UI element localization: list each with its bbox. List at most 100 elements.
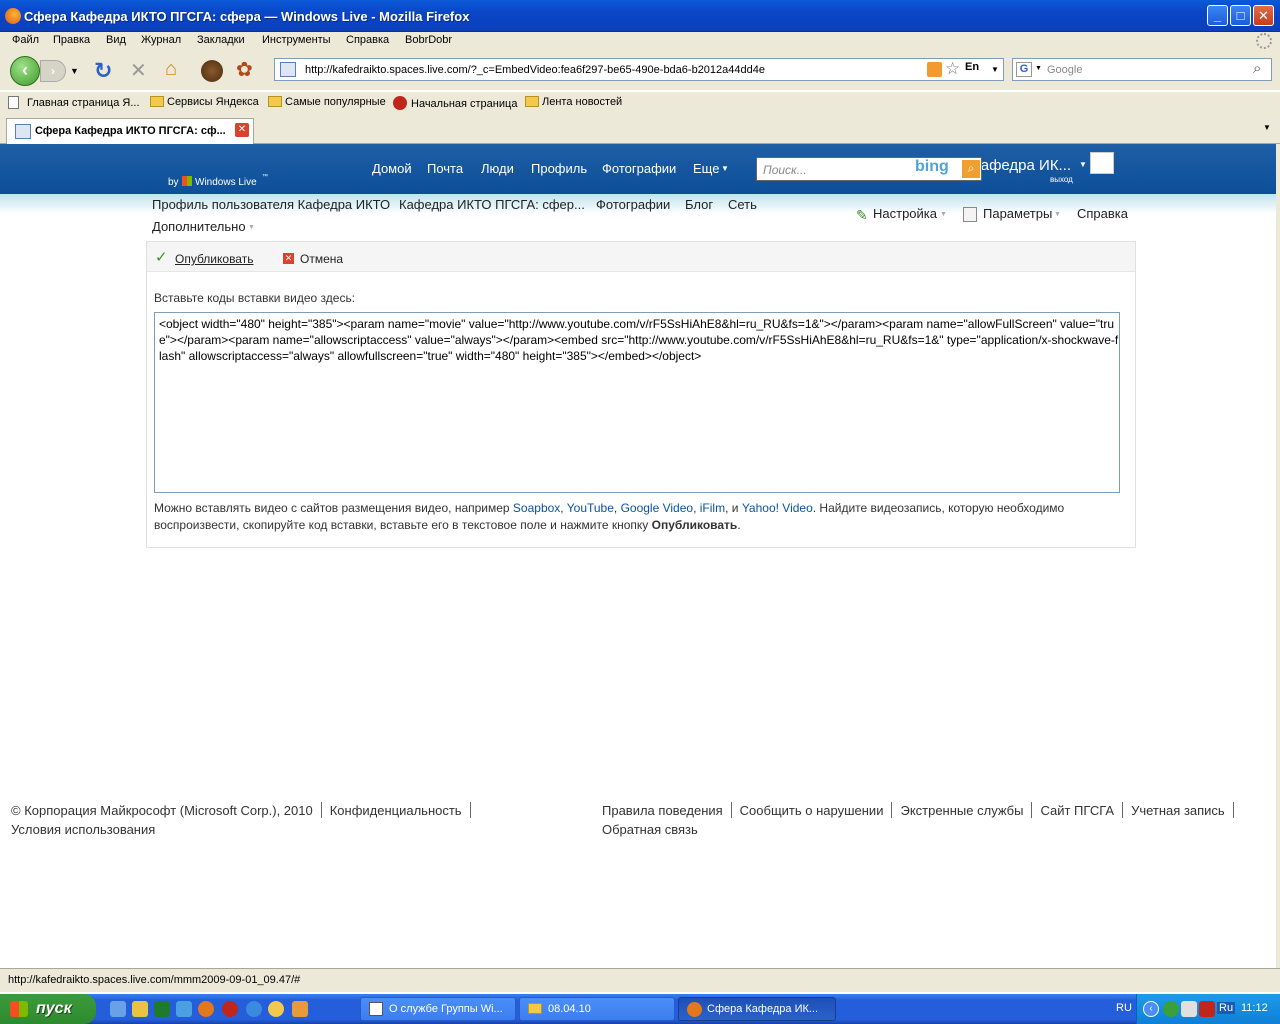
- menu-edit[interactable]: Правка: [53, 34, 90, 46]
- google-video-link[interactable]: Google Video: [621, 501, 694, 515]
- quicklaunch-explorer-icon[interactable]: [176, 1001, 192, 1017]
- bookmark-start-page[interactable]: Начальная страница: [393, 96, 517, 110]
- options-dropdown-icon[interactable]: ▼: [1054, 211, 1061, 218]
- terms-link[interactable]: Условия использования: [11, 822, 155, 837]
- tab-active[interactable]: Сфера Кафедра ИКТО ПГСГА: сф... ✕: [6, 118, 254, 144]
- window-titlebar[interactable]: Сфера Кафедра ИКТО ПГСГА: сфера — Window…: [0, 0, 1280, 32]
- feedback-link[interactable]: Обратная связь: [602, 822, 698, 837]
- footer-separator: [1232, 802, 1234, 818]
- google-icon[interactable]: G: [1016, 62, 1032, 77]
- rss-icon[interactable]: [927, 62, 942, 77]
- account-link[interactable]: Учетная запись: [1131, 803, 1225, 818]
- user-menu-dropdown-icon[interactable]: ▼: [1079, 160, 1087, 169]
- bobrdobr-icon[interactable]: [201, 60, 223, 82]
- menu-tools[interactable]: Инструменты: [262, 34, 331, 46]
- start-button[interactable]: пуск: [0, 994, 96, 1024]
- star-icon[interactable]: ☆: [945, 59, 960, 79]
- reload-icon[interactable]: ↻: [94, 58, 112, 84]
- emergency-link[interactable]: Экстренные службы: [900, 803, 1023, 818]
- user-name[interactable]: Кафедра ИК...: [972, 157, 1071, 174]
- customize-link[interactable]: Настройка: [873, 206, 937, 221]
- subnav-blog[interactable]: Блог: [685, 197, 713, 212]
- bookmark-yandex-home[interactable]: Главная страница Я...: [8, 96, 140, 109]
- paw-icon[interactable]: ✿: [236, 57, 253, 82]
- minimize-button[interactable]: _: [1207, 5, 1228, 26]
- avatar[interactable]: [1090, 152, 1114, 174]
- options-link[interactable]: Параметры: [983, 206, 1052, 221]
- search-bar[interactable]: G ▼ Google ⌕: [1012, 58, 1272, 81]
- signout-link[interactable]: выход: [1050, 175, 1073, 184]
- menu-help[interactable]: Справка: [346, 34, 389, 46]
- tray-kaspersky-icon[interactable]: [1199, 1001, 1215, 1017]
- tray-network-icon[interactable]: [1163, 1001, 1179, 1017]
- quicklaunch-firefox-icon[interactable]: [198, 1001, 214, 1017]
- nav-people[interactable]: Люди: [481, 161, 514, 176]
- taskbar-button-help[interactable]: О службе Группы Wi...: [360, 997, 516, 1021]
- ifilm-link[interactable]: iFilm: [700, 501, 725, 515]
- help-link[interactable]: Справка: [1077, 206, 1128, 221]
- cancel-button[interactable]: Отмена: [300, 252, 343, 266]
- clock[interactable]: 11:12: [1241, 1002, 1268, 1014]
- search-input[interactable]: Google: [1047, 64, 1082, 76]
- input-language[interactable]: RU: [1116, 1002, 1132, 1014]
- soapbox-link[interactable]: Soapbox: [513, 501, 560, 515]
- stop-icon[interactable]: ✕: [130, 58, 147, 83]
- quicklaunch-ie-icon[interactable]: [246, 1001, 262, 1017]
- live-search-input[interactable]: Поиск... bing ⌕: [756, 157, 982, 181]
- yahoo-video-link[interactable]: Yahoo! Video: [742, 501, 813, 515]
- publish-button[interactable]: Опубликовать: [175, 252, 253, 266]
- bookmark-news-feed[interactable]: Лента новостей: [525, 96, 622, 108]
- address-bar[interactable]: http://kafedraikto.spaces.live.com/?_c=E…: [274, 58, 1004, 81]
- code-of-conduct-link[interactable]: Правила поведения: [602, 803, 723, 818]
- home-icon[interactable]: ⌂: [165, 58, 177, 81]
- magnifier-icon[interactable]: ⌕: [1253, 60, 1261, 77]
- tray-security-icon[interactable]: [1181, 1001, 1197, 1017]
- close-window-button[interactable]: ✕: [1253, 5, 1274, 26]
- subnav-more-dropdown-icon[interactable]: ▼: [248, 224, 255, 231]
- quicklaunch-desktop-icon[interactable]: [110, 1001, 126, 1017]
- menu-view[interactable]: Вид: [106, 34, 126, 46]
- nav-more-dropdown-icon[interactable]: ▼: [721, 164, 729, 173]
- tray-language[interactable]: Ru: [1217, 1002, 1236, 1014]
- quicklaunch-media-icon[interactable]: [268, 1001, 284, 1017]
- nav-home[interactable]: Домой: [372, 161, 412, 176]
- quicklaunch-player-icon[interactable]: [154, 1001, 170, 1017]
- tray-collapse-icon[interactable]: ‹: [1143, 1001, 1159, 1017]
- bookmark-yandex-services[interactable]: Сервисы Яндекса: [150, 96, 259, 108]
- subnav-profile[interactable]: Профиль пользователя Кафедра ИКТО: [152, 197, 390, 212]
- close-tab-icon[interactable]: ✕: [235, 123, 249, 137]
- privacy-link[interactable]: Конфиденциальность: [330, 803, 462, 818]
- history-dropdown-icon[interactable]: ▼: [70, 66, 79, 76]
- menu-bookmarks[interactable]: Закладки: [197, 34, 245, 46]
- nav-photos[interactable]: Фотографии: [602, 161, 676, 176]
- menu-bobrdobr[interactable]: BobrDobr: [405, 34, 452, 46]
- quicklaunch-opera-icon[interactable]: [222, 1001, 238, 1017]
- pgsga-site-link[interactable]: Сайт ПГСГА: [1040, 803, 1114, 818]
- subnav-space[interactable]: Кафедра ИКТО ПГСГА: сфер...: [399, 197, 585, 212]
- quicklaunch-messenger-icon[interactable]: [292, 1001, 308, 1017]
- forward-button[interactable]: ›: [40, 60, 66, 82]
- bing-search-icon[interactable]: ⌕: [962, 160, 980, 178]
- subnav-photos[interactable]: Фотографии: [596, 197, 670, 212]
- quicklaunch-app-icon[interactable]: [132, 1001, 148, 1017]
- bookmark-most-popular[interactable]: Самые популярные: [268, 96, 386, 108]
- menu-file[interactable]: Файл: [12, 34, 39, 46]
- search-engine-dropdown-icon[interactable]: ▼: [1035, 65, 1042, 72]
- tab-list-dropdown-icon[interactable]: ▼: [1263, 123, 1271, 132]
- youtube-link[interactable]: YouTube: [567, 501, 614, 515]
- maximize-button[interactable]: □: [1230, 5, 1251, 26]
- page-scrollbar[interactable]: [1276, 144, 1280, 968]
- nav-profile[interactable]: Профиль: [531, 161, 587, 176]
- taskbar-button-folder[interactable]: 08.04.10: [519, 997, 675, 1021]
- nav-mail[interactable]: Почта: [427, 161, 463, 176]
- subnav-network[interactable]: Сеть: [728, 197, 757, 212]
- subnav-more[interactable]: Дополнительно: [152, 219, 246, 234]
- customize-dropdown-icon[interactable]: ▼: [940, 211, 947, 218]
- back-button[interactable]: ‹: [10, 56, 40, 86]
- report-abuse-link[interactable]: Сообщить о нарушении: [740, 803, 884, 818]
- url-dropdown-icon[interactable]: ▼: [991, 65, 999, 74]
- taskbar-button-firefox[interactable]: Сфера Кафедра ИК...: [678, 997, 836, 1021]
- nav-more[interactable]: Еще: [693, 161, 719, 176]
- menu-history[interactable]: Журнал: [141, 34, 181, 46]
- embed-code-textarea[interactable]: <object width="480" height="385"><param …: [154, 312, 1120, 493]
